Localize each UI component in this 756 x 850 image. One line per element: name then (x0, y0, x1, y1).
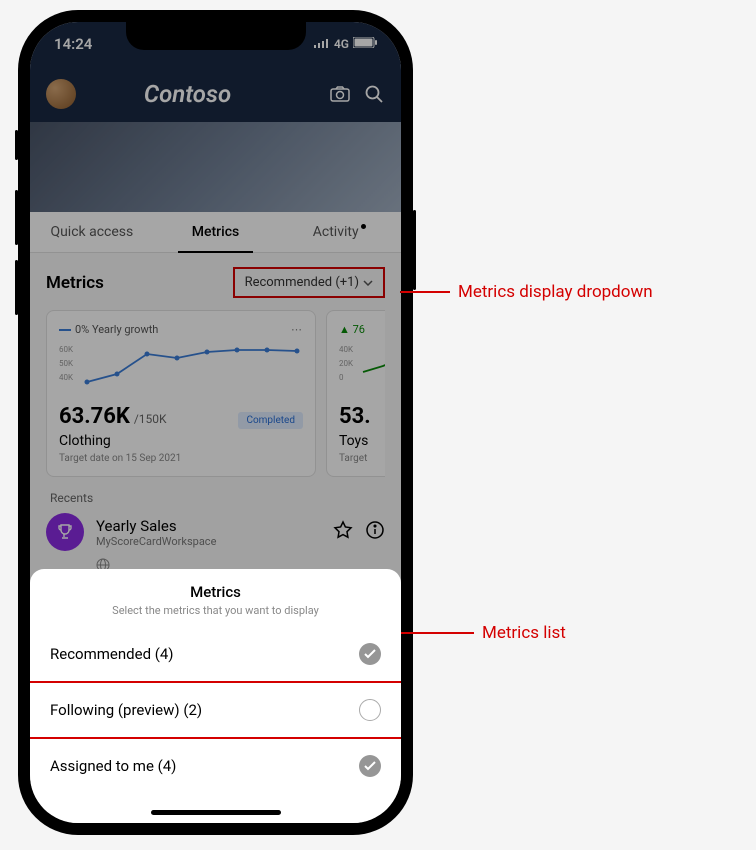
sheet-item-assigned[interactable]: Assigned to me (4) (30, 739, 401, 793)
sheet-subtitle: Select the metrics that you want to disp… (30, 604, 401, 617)
volume-down-button (15, 260, 18, 315)
screen: 14:24 4G Contoso (30, 22, 401, 823)
sheet-header: Metrics Select the metrics that you want… (30, 569, 401, 627)
sheet-title: Metrics (30, 583, 401, 601)
phone-frame: 14:24 4G Contoso (18, 10, 413, 835)
sheet-item-following[interactable]: Following (preview) (2) (30, 681, 401, 739)
sheet-item-label: Recommended (4) (50, 645, 174, 663)
callout-dropdown: Metrics display dropdown (400, 282, 653, 302)
volume-up-button (15, 190, 18, 245)
notch (126, 22, 306, 50)
sheet-item-recommended[interactable]: Recommended (4) (30, 627, 401, 681)
callout-label: Metrics display dropdown (458, 282, 653, 302)
metrics-selection-sheet: Metrics Select the metrics that you want… (30, 569, 401, 823)
sheet-item-label: Following (preview) (2) (50, 701, 202, 719)
callout-list: Metrics list (400, 623, 566, 643)
side-button (15, 130, 18, 160)
unchecked-icon (359, 699, 381, 721)
check-icon (359, 643, 381, 665)
home-indicator (151, 810, 281, 815)
callout-label: Metrics list (482, 623, 566, 643)
power-button (413, 210, 416, 290)
sheet-item-label: Assigned to me (4) (50, 757, 176, 775)
check-icon (359, 755, 381, 777)
